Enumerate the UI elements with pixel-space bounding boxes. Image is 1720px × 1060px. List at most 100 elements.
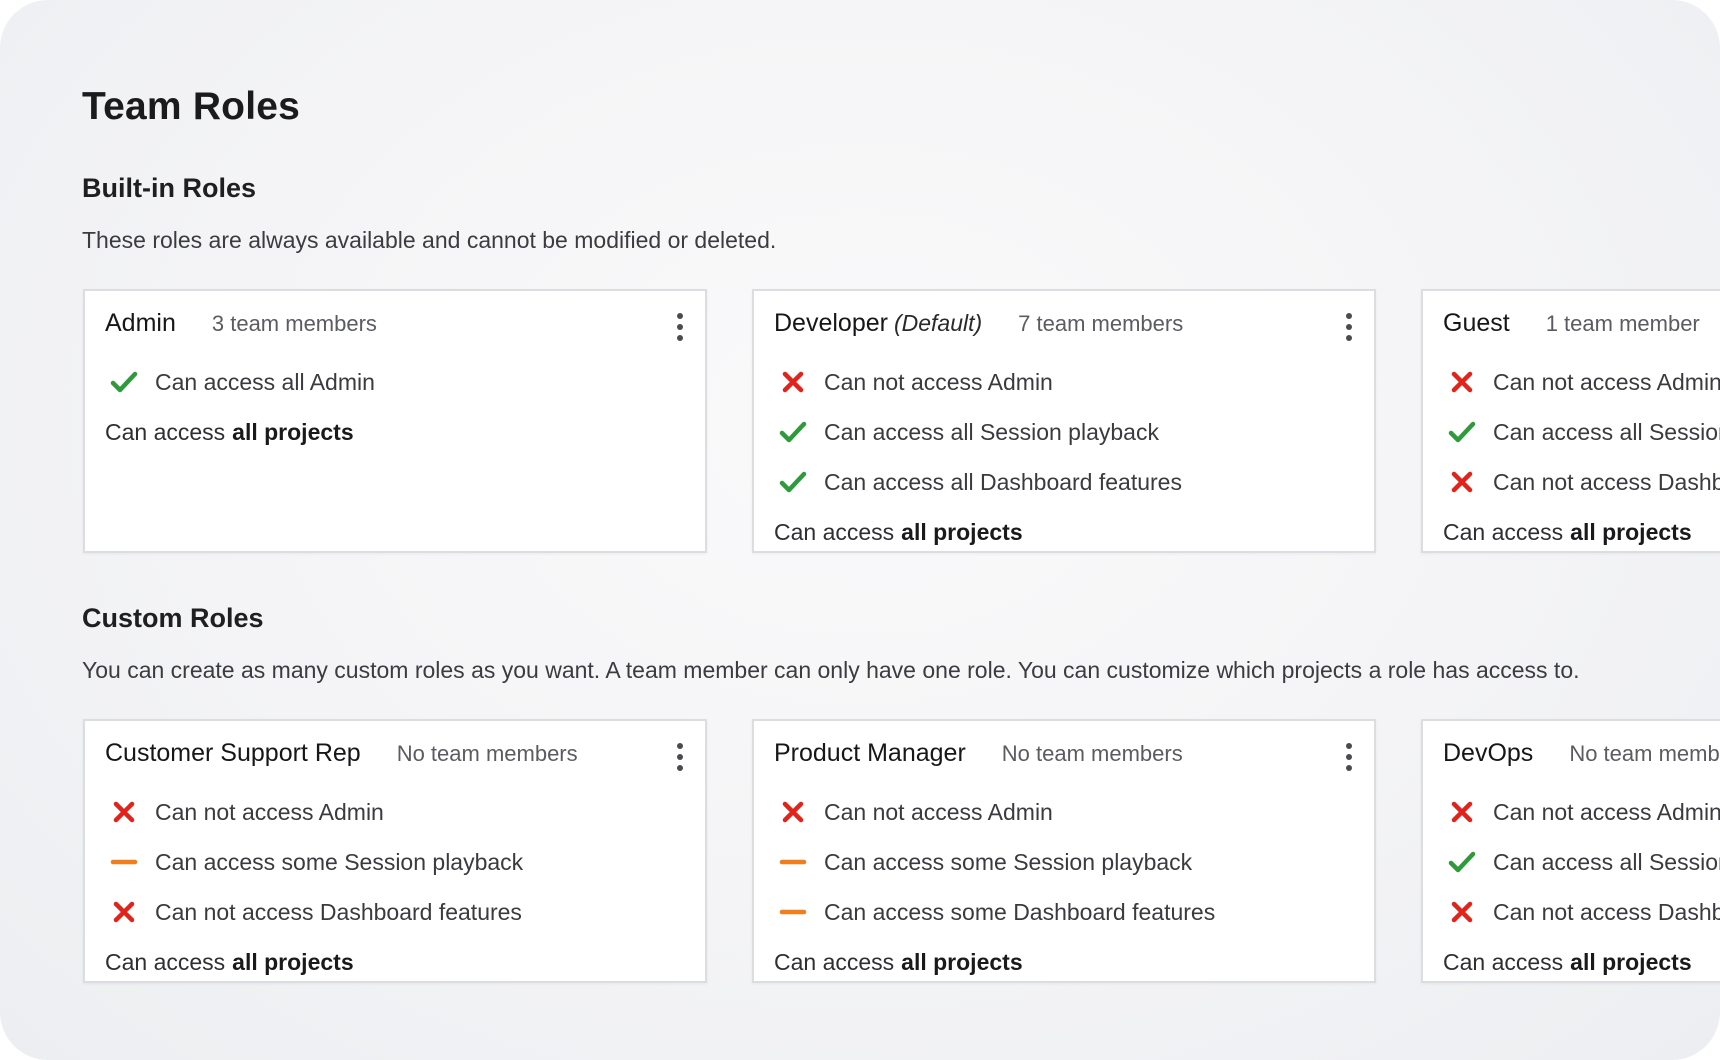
member-count: 7 team members — [1018, 310, 1184, 336]
role-card-customer-support-rep[interactable]: Customer Support Rep No team members Can … — [83, 719, 707, 983]
permission-list: Can not access Admin Can access some Ses… — [105, 787, 695, 981]
permission-text: Can not access Dashboard features — [1493, 898, 1720, 925]
role-card-header: Guest 1 team member — [1443, 309, 1720, 349]
check-icon — [1447, 847, 1477, 877]
permission-item: Can not access Admin — [105, 787, 695, 837]
projects-value: all projects — [232, 418, 354, 445]
member-count: No team members — [1569, 740, 1720, 766]
check-icon — [1447, 417, 1477, 447]
cross-icon — [778, 797, 808, 827]
more-options-icon[interactable] — [1344, 743, 1354, 771]
builtin-roles-heading: Built-in Roles — [82, 173, 256, 203]
check-icon — [109, 367, 139, 397]
permission-item: Can access some Session playback — [774, 837, 1364, 887]
permission-list: Can not access Admin Can access all Sess… — [1443, 787, 1720, 981]
permission-text: Can not access Dashboard features — [155, 898, 522, 925]
permission-item: Can not access Admin — [774, 787, 1364, 837]
member-count: 1 team member — [1545, 310, 1700, 336]
cross-icon — [1447, 797, 1477, 827]
projects-access: Can access all projects — [774, 507, 1364, 551]
projects-value: all projects — [1570, 518, 1692, 545]
permission-text: Can access all Session playback — [824, 418, 1159, 445]
role-card-admin[interactable]: Admin 3 team members Can access all Admin… — [83, 289, 707, 553]
cross-icon — [1447, 367, 1477, 397]
permission-item: Can not access Dashboard features — [1443, 457, 1720, 507]
cross-icon — [109, 797, 139, 827]
permission-text: Can not access Admin — [155, 798, 384, 825]
permission-text: Can access all Session playback — [1493, 418, 1720, 445]
role-name: Admin — [105, 309, 176, 337]
permission-text: Can not access Dashboard features — [1493, 468, 1720, 495]
builtin-roles-description: These roles are always available and can… — [82, 227, 777, 253]
page-title: Team Roles — [82, 85, 301, 128]
permission-text: Can access some Session playback — [155, 848, 524, 875]
role-card-devops[interactable]: DevOps No team members Can not access Adm… — [1421, 719, 1720, 983]
permission-list: Can access all Admin Can access all proje… — [105, 357, 695, 457]
role-name: Customer Support Rep — [105, 739, 361, 767]
projects-access: Can access all projects — [1443, 507, 1720, 551]
team-roles-panel: Team Roles Built-in Roles These roles ar… — [0, 0, 1720, 1060]
role-card-guest[interactable]: Guest 1 team member Can not access Admin … — [1421, 289, 1720, 553]
projects-value: all projects — [232, 948, 354, 975]
role-card-header: Product Manager No team members — [774, 739, 1354, 779]
cross-icon — [1447, 467, 1477, 497]
role-card-header: Developer (Default) 7 team members — [774, 309, 1354, 349]
more-options-icon[interactable] — [1344, 313, 1354, 341]
role-name: Product Manager — [774, 739, 966, 767]
projects-access: Can access all projects — [1443, 937, 1720, 981]
custom-roles-heading: Custom Roles — [82, 603, 264, 633]
permission-list: Can not access Admin Can access all Sess… — [1443, 357, 1720, 551]
permission-item: Can access all Session playback — [1443, 837, 1720, 887]
default-tag: (Default) — [893, 310, 983, 336]
projects-access: Can access all projects — [105, 937, 695, 981]
projects-prefix: Can access — [105, 418, 226, 445]
projects-value: all projects — [1570, 948, 1692, 975]
role-name: DevOps — [1443, 739, 1534, 767]
cross-icon — [1447, 897, 1477, 927]
permission-text: Can access all Dashboard features — [824, 468, 1182, 495]
role-card-developer[interactable]: Developer (Default) 7 team members Can not… — [752, 289, 1376, 553]
permission-item: Can access all Dashboard features — [774, 457, 1364, 507]
projects-prefix: Can access — [1443, 518, 1564, 545]
permission-text: Can access all Session playback — [1493, 848, 1720, 875]
dash-icon — [109, 847, 139, 877]
role-card-header: Customer Support Rep No team members — [105, 739, 685, 779]
more-options-icon[interactable] — [675, 313, 685, 341]
member-count: 3 team members — [211, 310, 377, 336]
permission-text: Can access all Admin — [155, 368, 375, 395]
check-icon — [778, 467, 808, 497]
dash-icon — [778, 847, 808, 877]
member-count: No team members — [1001, 740, 1183, 766]
permission-text: Can not access Admin — [1493, 368, 1720, 395]
role-card-header: DevOps No team members — [1443, 739, 1720, 779]
projects-prefix: Can access — [774, 518, 895, 545]
role-name: Guest — [1443, 309, 1510, 337]
projects-prefix: Can access — [1443, 948, 1564, 975]
permission-item: Can access all Session playback — [774, 407, 1364, 457]
permission-text: Can not access Admin — [824, 798, 1053, 825]
projects-value: all projects — [901, 948, 1023, 975]
projects-access: Can access all projects — [774, 937, 1364, 981]
permission-item: Can not access Admin — [1443, 357, 1720, 407]
role-name: Developer — [774, 309, 888, 337]
projects-access: Can access all projects — [105, 407, 695, 457]
projects-prefix: Can access — [774, 948, 895, 975]
permission-text: Can not access Admin — [824, 368, 1053, 395]
role-card-product-manager[interactable]: Product Manager No team members Can not a… — [752, 719, 1376, 983]
dash-icon — [778, 897, 808, 927]
permission-text: Can access some Dashboard features — [824, 898, 1216, 925]
permission-list: Can not access Admin Can access all Sess… — [774, 357, 1364, 551]
cross-icon — [109, 897, 139, 927]
permission-text: Can not access Admin — [1493, 798, 1720, 825]
permission-item: Can not access Admin — [1443, 787, 1720, 837]
projects-value: all projects — [901, 518, 1023, 545]
check-icon — [778, 417, 808, 447]
role-card-header: Admin 3 team members — [105, 309, 685, 349]
projects-prefix: Can access — [105, 948, 226, 975]
permission-text: Can access some Session playback — [824, 848, 1193, 875]
more-options-icon[interactable] — [675, 743, 685, 771]
member-count: No team members — [396, 740, 578, 766]
permission-item: Can access all Session playback — [1443, 407, 1720, 457]
permission-item: Can access all Admin — [105, 357, 695, 407]
cross-icon — [778, 367, 808, 397]
